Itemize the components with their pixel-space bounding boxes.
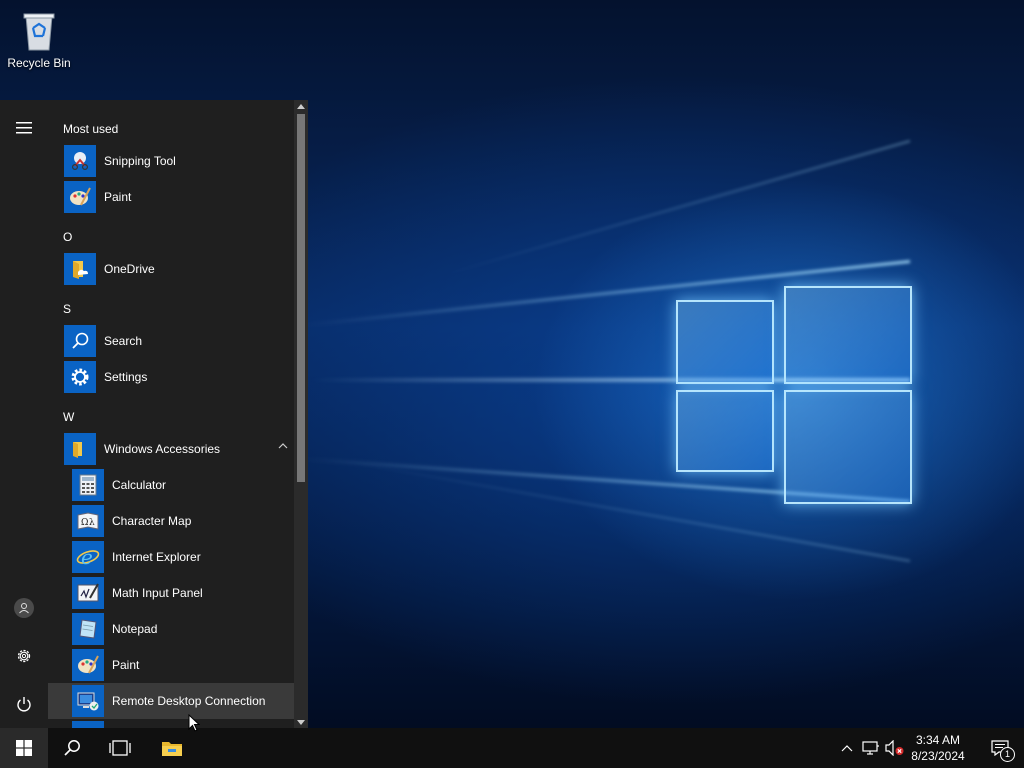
- app-list: Most used Snipping Tool Paint O OneDrive…: [48, 100, 294, 728]
- chevron-up-icon: [841, 744, 853, 751]
- paint-icon: [72, 649, 104, 681]
- onedrive-icon: [64, 253, 96, 285]
- recycle-bin-icon: [23, 13, 55, 51]
- show-hidden-icons-button[interactable]: [838, 728, 856, 768]
- start-button[interactable]: [0, 728, 48, 768]
- app-label: Paint: [104, 190, 132, 204]
- app-onedrive[interactable]: OneDrive: [48, 251, 294, 287]
- app-character-map[interactable]: Ωλ Character Map: [48, 503, 294, 539]
- math-input-panel-icon: [72, 577, 104, 609]
- task-view-button[interactable]: [96, 728, 144, 768]
- settings-button[interactable]: [0, 636, 48, 676]
- app-label: Notepad: [112, 622, 158, 636]
- app-label: Paint: [112, 658, 140, 672]
- paint-icon: [64, 181, 96, 213]
- recycle-bin-shortcut[interactable]: Recycle Bin: [6, 8, 72, 70]
- search-app-icon: [64, 325, 96, 357]
- network-button[interactable]: [860, 728, 882, 768]
- action-center-button[interactable]: 1: [976, 728, 1024, 768]
- character-map-icon: Ωλ: [72, 505, 104, 537]
- app-math-input-panel[interactable]: Math Input Panel: [48, 575, 294, 611]
- network-icon: [862, 741, 879, 755]
- app-list-scrollbar[interactable]: [294, 100, 308, 728]
- svg-text:Ω: Ω: [81, 518, 88, 528]
- file-explorer-icon: [162, 742, 182, 756]
- search-icon: [64, 740, 80, 756]
- caret-up-icon: [297, 103, 305, 109]
- clock-time: 3:34 AM: [915, 733, 961, 747]
- app-settings[interactable]: Settings: [48, 359, 294, 395]
- remote-desktop-icon: [72, 685, 104, 717]
- taskbar-clock[interactable]: 3:34 AM 8/23/2024: [906, 728, 970, 768]
- expand-menu-button[interactable]: [0, 108, 48, 148]
- app-remote-desktop-connection[interactable]: Remote Desktop Connection: [48, 683, 294, 719]
- group-header-most-used: Most used: [63, 122, 119, 136]
- app-search[interactable]: Search: [48, 323, 294, 359]
- volume-button[interactable]: [884, 728, 906, 768]
- caret-down-icon: [297, 719, 305, 725]
- light-beam: [438, 140, 911, 278]
- scroll-up-button[interactable]: [294, 100, 308, 112]
- chevron-up-icon[interactable]: [278, 443, 288, 449]
- app-paint[interactable]: Paint: [48, 179, 294, 215]
- group-header-s: S: [63, 302, 72, 316]
- taskbar-search-button[interactable]: [48, 728, 96, 768]
- user-icon: [19, 603, 29, 614]
- recycle-bin-label: Recycle Bin: [7, 56, 71, 70]
- power-icon: [17, 697, 31, 712]
- user-account-button[interactable]: [0, 588, 48, 628]
- app-calculator[interactable]: Calculator: [48, 467, 294, 503]
- windows-logo-icon: [16, 740, 32, 756]
- app-label: Math Input Panel: [112, 586, 203, 600]
- settings-app-icon: [64, 361, 96, 393]
- power-button[interactable]: [0, 684, 48, 724]
- scroll-down-button[interactable]: [294, 716, 308, 728]
- file-explorer-button[interactable]: [148, 728, 196, 768]
- gear-icon: [17, 649, 31, 663]
- task-view-icon: [109, 740, 131, 756]
- internet-explorer-icon: e: [72, 541, 104, 573]
- app-label: Settings: [104, 370, 148, 384]
- app-notepad[interactable]: Notepad: [48, 611, 294, 647]
- folder-windows-accessories[interactable]: Windows Accessories: [48, 431, 294, 467]
- calculator-icon: [72, 469, 104, 501]
- start-menu-rail: [0, 100, 48, 728]
- app-label: OneDrive: [104, 262, 155, 276]
- mouse-cursor-icon: [188, 714, 200, 732]
- group-header-o: O: [63, 230, 73, 244]
- avatar: [14, 598, 34, 618]
- app-label: Windows Accessories: [104, 442, 221, 456]
- app-icon: [72, 721, 104, 728]
- svg-text:e: e: [81, 545, 93, 569]
- app-label: Internet Explorer: [112, 550, 201, 564]
- svg-text:λ: λ: [89, 518, 95, 528]
- windows-wallpaper-logo: [676, 268, 912, 504]
- scroll-thumb[interactable]: [297, 114, 305, 482]
- folder-icon: [64, 433, 96, 465]
- app-paint-accessory[interactable]: Paint: [48, 647, 294, 683]
- start-menu: Most used Snipping Tool Paint O OneDrive…: [0, 100, 308, 728]
- app-next-partial[interactable]: [48, 719, 294, 728]
- snipping-tool-icon: [64, 145, 96, 177]
- app-snipping-tool[interactable]: Snipping Tool: [48, 143, 294, 179]
- app-label: Character Map: [112, 514, 192, 528]
- taskbar: 3:34 AM 8/23/2024 1: [0, 728, 1024, 768]
- group-header-w: W: [63, 410, 75, 424]
- app-label: Calculator: [112, 478, 167, 492]
- app-label: Search: [104, 334, 143, 348]
- notification-count-badge: 1: [1000, 747, 1015, 762]
- app-label: Remote Desktop Connection: [112, 694, 266, 708]
- volume-muted-icon: [885, 740, 904, 756]
- hamburger-menu-icon: [16, 122, 32, 134]
- app-label: Snipping Tool: [104, 154, 176, 168]
- app-internet-explorer[interactable]: e Internet Explorer: [48, 539, 294, 575]
- notepad-icon: [72, 613, 104, 645]
- clock-date: 8/23/2024: [911, 749, 965, 763]
